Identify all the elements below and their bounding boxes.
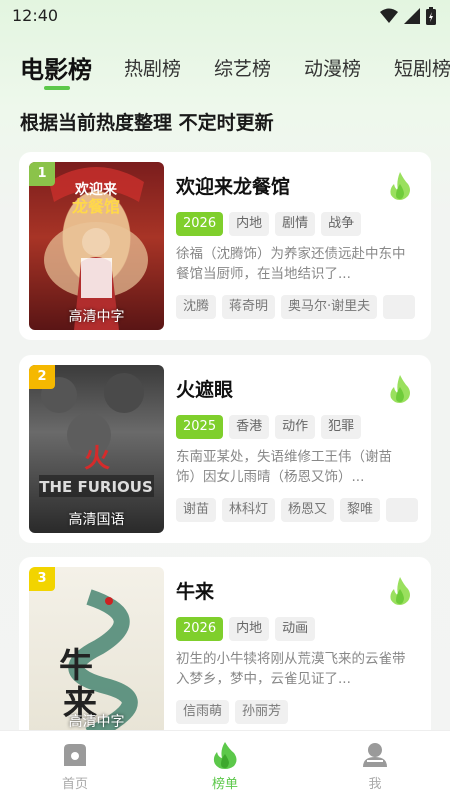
svg-text:火: 火 bbox=[84, 444, 110, 474]
battery-icon bbox=[426, 7, 436, 25]
actor-tag-overflow bbox=[386, 498, 419, 522]
genre-tag: 动作 bbox=[275, 415, 316, 439]
nav-me[interactable]: 我 bbox=[335, 741, 415, 792]
category-tabs: 电影榜 热剧榜 综艺榜 动漫榜 短剧榜 bbox=[0, 46, 450, 96]
status-time: 12:40 bbox=[12, 6, 59, 25]
status-icons bbox=[380, 7, 436, 25]
home-icon bbox=[64, 744, 86, 766]
svg-text:龙餐馆: 龙餐馆 bbox=[71, 197, 120, 216]
nav-home-label: 首页 bbox=[61, 777, 88, 792]
movie-title[interactable]: 欢迎来龙餐馆 bbox=[176, 172, 290, 199]
ranking-card-3[interactable]: 牛 来 3 高清中字 牛来 2026 内地 动画 初生的小牛犊将刚从荒漠飞来的云… bbox=[19, 557, 431, 745]
actor-tag: 孙丽芳 bbox=[235, 700, 289, 724]
tag-list: 2025 香港 动作 犯罪 bbox=[176, 415, 362, 439]
rank-badge: 1 bbox=[29, 162, 55, 186]
ranking-subtitle: 根据当前热度整理 不定时更新 bbox=[20, 112, 274, 134]
nav-ranking[interactable]: 榜单 bbox=[185, 741, 265, 792]
rank-badge: 2 bbox=[29, 365, 55, 389]
flame-icon bbox=[390, 577, 410, 605]
year-tag: 2025 bbox=[176, 415, 224, 439]
region-tag: 内地 bbox=[229, 617, 270, 641]
tab-indicator bbox=[44, 86, 70, 90]
nav-ranking-label: 榜单 bbox=[211, 777, 238, 792]
genre-tag: 动画 bbox=[275, 617, 316, 641]
movie-title[interactable]: 牛来 bbox=[176, 577, 214, 604]
quality-label: 高清国语 bbox=[68, 512, 125, 528]
actor-tag: 杨恩又 bbox=[281, 498, 335, 522]
actor-tag-overflow bbox=[383, 295, 416, 319]
poster-art: 牛 来 bbox=[59, 589, 138, 735]
movie-poster[interactable]: 牛 来 3 高清中字 bbox=[29, 567, 164, 735]
movie-poster[interactable]: 欢迎来 龙餐馆 1 高清中字 bbox=[29, 162, 164, 330]
svg-text:欢迎来: 欢迎来 bbox=[74, 181, 118, 198]
genre-tag: 犯罪 bbox=[321, 415, 362, 439]
poster-art: 欢迎来 龙餐馆 bbox=[44, 167, 148, 330]
tab-short-drama[interactable]: 短剧榜 bbox=[394, 54, 450, 81]
quality-label: 高清中字 bbox=[68, 309, 125, 325]
actor-tag: 奥马尔·谢里夫 bbox=[281, 295, 378, 319]
wifi-icon bbox=[380, 8, 398, 23]
region-tag: 香港 bbox=[229, 415, 270, 439]
status-bar: 12:40 bbox=[0, 0, 450, 32]
quality-label: 高清中字 bbox=[68, 714, 125, 730]
nav-me-label: 我 bbox=[368, 777, 382, 792]
actor-tag: 蒋奇明 bbox=[222, 295, 276, 319]
movie-description: 徐福（沈腾饰）为养家还债远赴中东中餐馆当厨师，在当地结识了... bbox=[176, 246, 406, 282]
actor-list: 信雨萌 孙丽芳 bbox=[176, 700, 289, 724]
year-tag: 2026 bbox=[176, 617, 224, 641]
actor-tag: 谢苗 bbox=[176, 498, 217, 522]
tab-tv-series[interactable]: 热剧榜 bbox=[124, 54, 181, 81]
actor-tag: 黎唯 bbox=[340, 498, 381, 522]
bottom-nav: 首页 榜单 我 bbox=[0, 730, 450, 800]
tab-anime[interactable]: 动漫榜 bbox=[304, 54, 361, 81]
tab-variety[interactable]: 综艺榜 bbox=[214, 54, 271, 81]
flame-icon bbox=[390, 172, 410, 200]
actor-list: 沈腾 蒋奇明 奥马尔·谢里夫 bbox=[176, 295, 416, 319]
user-icon bbox=[363, 743, 387, 767]
signal-icon bbox=[404, 8, 420, 24]
svg-text:牛: 牛 bbox=[59, 646, 93, 686]
svg-text:THE FURIOUS: THE FURIOUS bbox=[39, 478, 153, 496]
ranking-card-2[interactable]: THE FURIOUS 火 2 高清国语 火遮眼 2025 香港 动作 犯罪 东… bbox=[19, 355, 431, 543]
region-tag: 内地 bbox=[229, 212, 270, 236]
movie-title[interactable]: 火遮眼 bbox=[176, 375, 233, 402]
year-tag: 2026 bbox=[176, 212, 224, 236]
tab-movie[interactable]: 电影榜 bbox=[20, 50, 92, 85]
nav-home[interactable]: 首页 bbox=[35, 741, 115, 792]
poster-art: THE FURIOUS 火 bbox=[39, 373, 154, 497]
genre-tag: 战争 bbox=[321, 212, 362, 236]
movie-description: 东南亚某处，失语维修工王伟（谢苗饰）因女儿雨晴（杨恩又饰）... bbox=[176, 449, 392, 485]
actor-list: 谢苗 林科灯 杨恩又 黎唯 bbox=[176, 498, 419, 522]
tag-list: 2026 内地 剧情 战争 bbox=[176, 212, 362, 236]
genre-tag: 剧情 bbox=[275, 212, 316, 236]
flame-icon bbox=[390, 375, 410, 403]
actor-tag: 信雨萌 bbox=[176, 700, 230, 724]
tag-list: 2026 内地 动画 bbox=[176, 617, 316, 641]
actor-tag: 林科灯 bbox=[222, 498, 276, 522]
movie-poster[interactable]: THE FURIOUS 火 2 高清国语 bbox=[29, 365, 164, 533]
actor-tag: 沈腾 bbox=[176, 295, 217, 319]
flame-icon bbox=[213, 742, 237, 769]
movie-description: 初生的小牛犊将刚从荒漠飞来的云雀带入梦乡，梦中，云雀见证了... bbox=[176, 651, 406, 687]
rank-badge: 3 bbox=[29, 567, 55, 591]
ranking-card-1[interactable]: 欢迎来 龙餐馆 1 高清中字 欢迎来龙餐馆 2026 内地 剧情 战争 徐福（沈… bbox=[19, 152, 431, 340]
